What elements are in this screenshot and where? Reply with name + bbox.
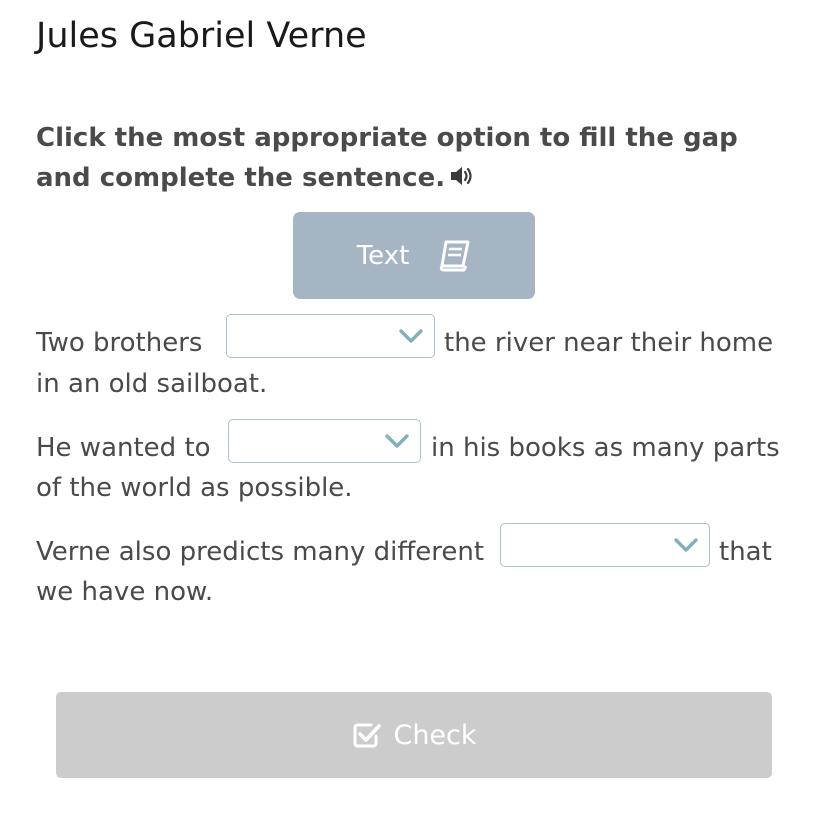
sentence-1-continuation: in an old sailboat. [36, 369, 268, 399]
instruction-text: Click the most appropriate option to fil… [36, 123, 738, 193]
chevron-down-icon [399, 329, 423, 343]
speaker-icon[interactable] [449, 160, 477, 185]
sentence-2-before: He wanted to [36, 433, 211, 463]
sentence-3-continuation: we have now. [36, 577, 214, 607]
page-title: Jules Gabriel Verne [36, 16, 367, 56]
sentence-2-after: in his books as many parts [431, 433, 780, 463]
sentence-1-after: the river near their home [444, 328, 774, 358]
gap-dropdown-1[interactable] [226, 314, 435, 358]
sentence-3-after: that [719, 537, 772, 567]
gap-dropdown-2[interactable] [228, 419, 421, 463]
sentence-1-before: Two brothers [36, 328, 203, 358]
text-button-label: Text [356, 240, 410, 271]
checkbox-icon [351, 720, 382, 750]
book-icon [437, 239, 471, 273]
chevron-down-icon [674, 538, 698, 552]
gap-dropdown-3[interactable] [500, 523, 710, 567]
text-button[interactable]: Text [293, 212, 535, 299]
sentence-2-continuation: of the world as possible. [36, 473, 353, 503]
sentence-3-before: Verne also predicts many different [36, 537, 485, 567]
check-button[interactable]: Check [56, 692, 772, 778]
check-button-label: Check [393, 719, 477, 751]
instruction: Click the most appropriate option to fil… [36, 118, 796, 198]
chevron-down-icon [385, 434, 409, 448]
